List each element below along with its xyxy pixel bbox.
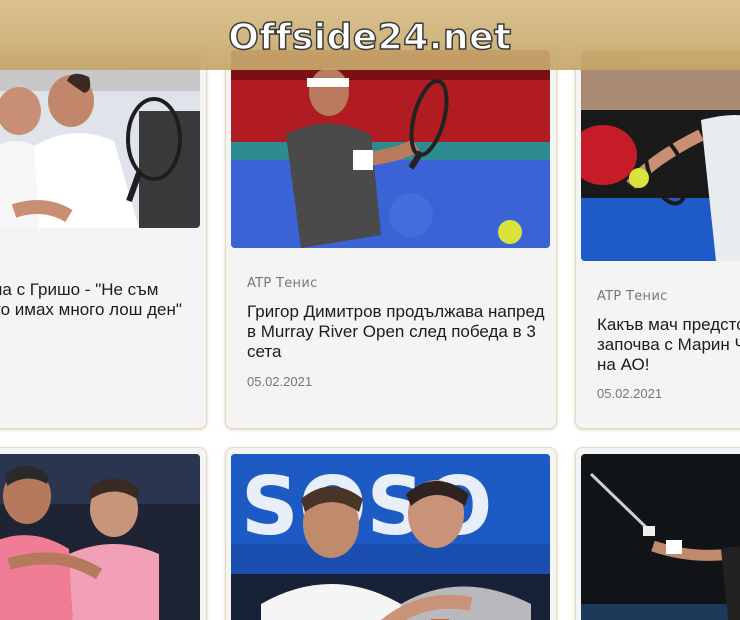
article-image[interactable]: SOSO	[231, 454, 550, 620]
grigor-dimitrov-forehand-photo-icon	[231, 50, 550, 248]
article-date: 05.02.2021	[597, 386, 663, 401]
article-date: 05.02.2021	[247, 374, 313, 389]
article-card[interactable]: ATP Тенис Какъв мач предстои започва с М…	[575, 44, 740, 429]
article-image[interactable]	[231, 50, 550, 248]
tennis-players-photo-icon	[0, 51, 200, 228]
page: на с Гришо - "Не съм то имах много лош д…	[0, 0, 740, 620]
article-title[interactable]: Григор Димитров продължава напред в Murr…	[247, 302, 547, 362]
site-logo[interactable]: Offside24.net	[228, 16, 512, 59]
tennis-player-night-photo-icon	[581, 454, 740, 620]
article-card[interactable]	[575, 447, 740, 620]
article-card[interactable]: ATP Тенис Григор Димитров продължава нап…	[225, 44, 557, 429]
kyrgios-dimitrov-photo-icon	[0, 454, 200, 620]
article-card[interactable]: SOSO	[225, 447, 557, 620]
site-header: Offside24.net	[0, 0, 740, 70]
tennis-forehand-photo-icon	[581, 50, 740, 261]
article-image[interactable]	[581, 50, 740, 261]
article-category[interactable]: ATP Тенис	[597, 289, 668, 304]
nadal-dimitrov-photo-icon: SOSO	[231, 454, 550, 620]
article-title[interactable]: на с Гришо - "Не съм то имах много лош д…	[0, 280, 203, 320]
article-category[interactable]: ATP Тенис	[247, 276, 318, 291]
article-image[interactable]	[0, 51, 200, 228]
article-card[interactable]: на с Гришо - "Не съм то имах много лош д…	[0, 44, 207, 429]
article-card[interactable]	[0, 447, 207, 620]
article-image[interactable]	[581, 454, 740, 620]
article-image[interactable]	[0, 454, 200, 620]
article-title[interactable]: Какъв мач предстои започва с Марин Чи на…	[597, 315, 740, 375]
